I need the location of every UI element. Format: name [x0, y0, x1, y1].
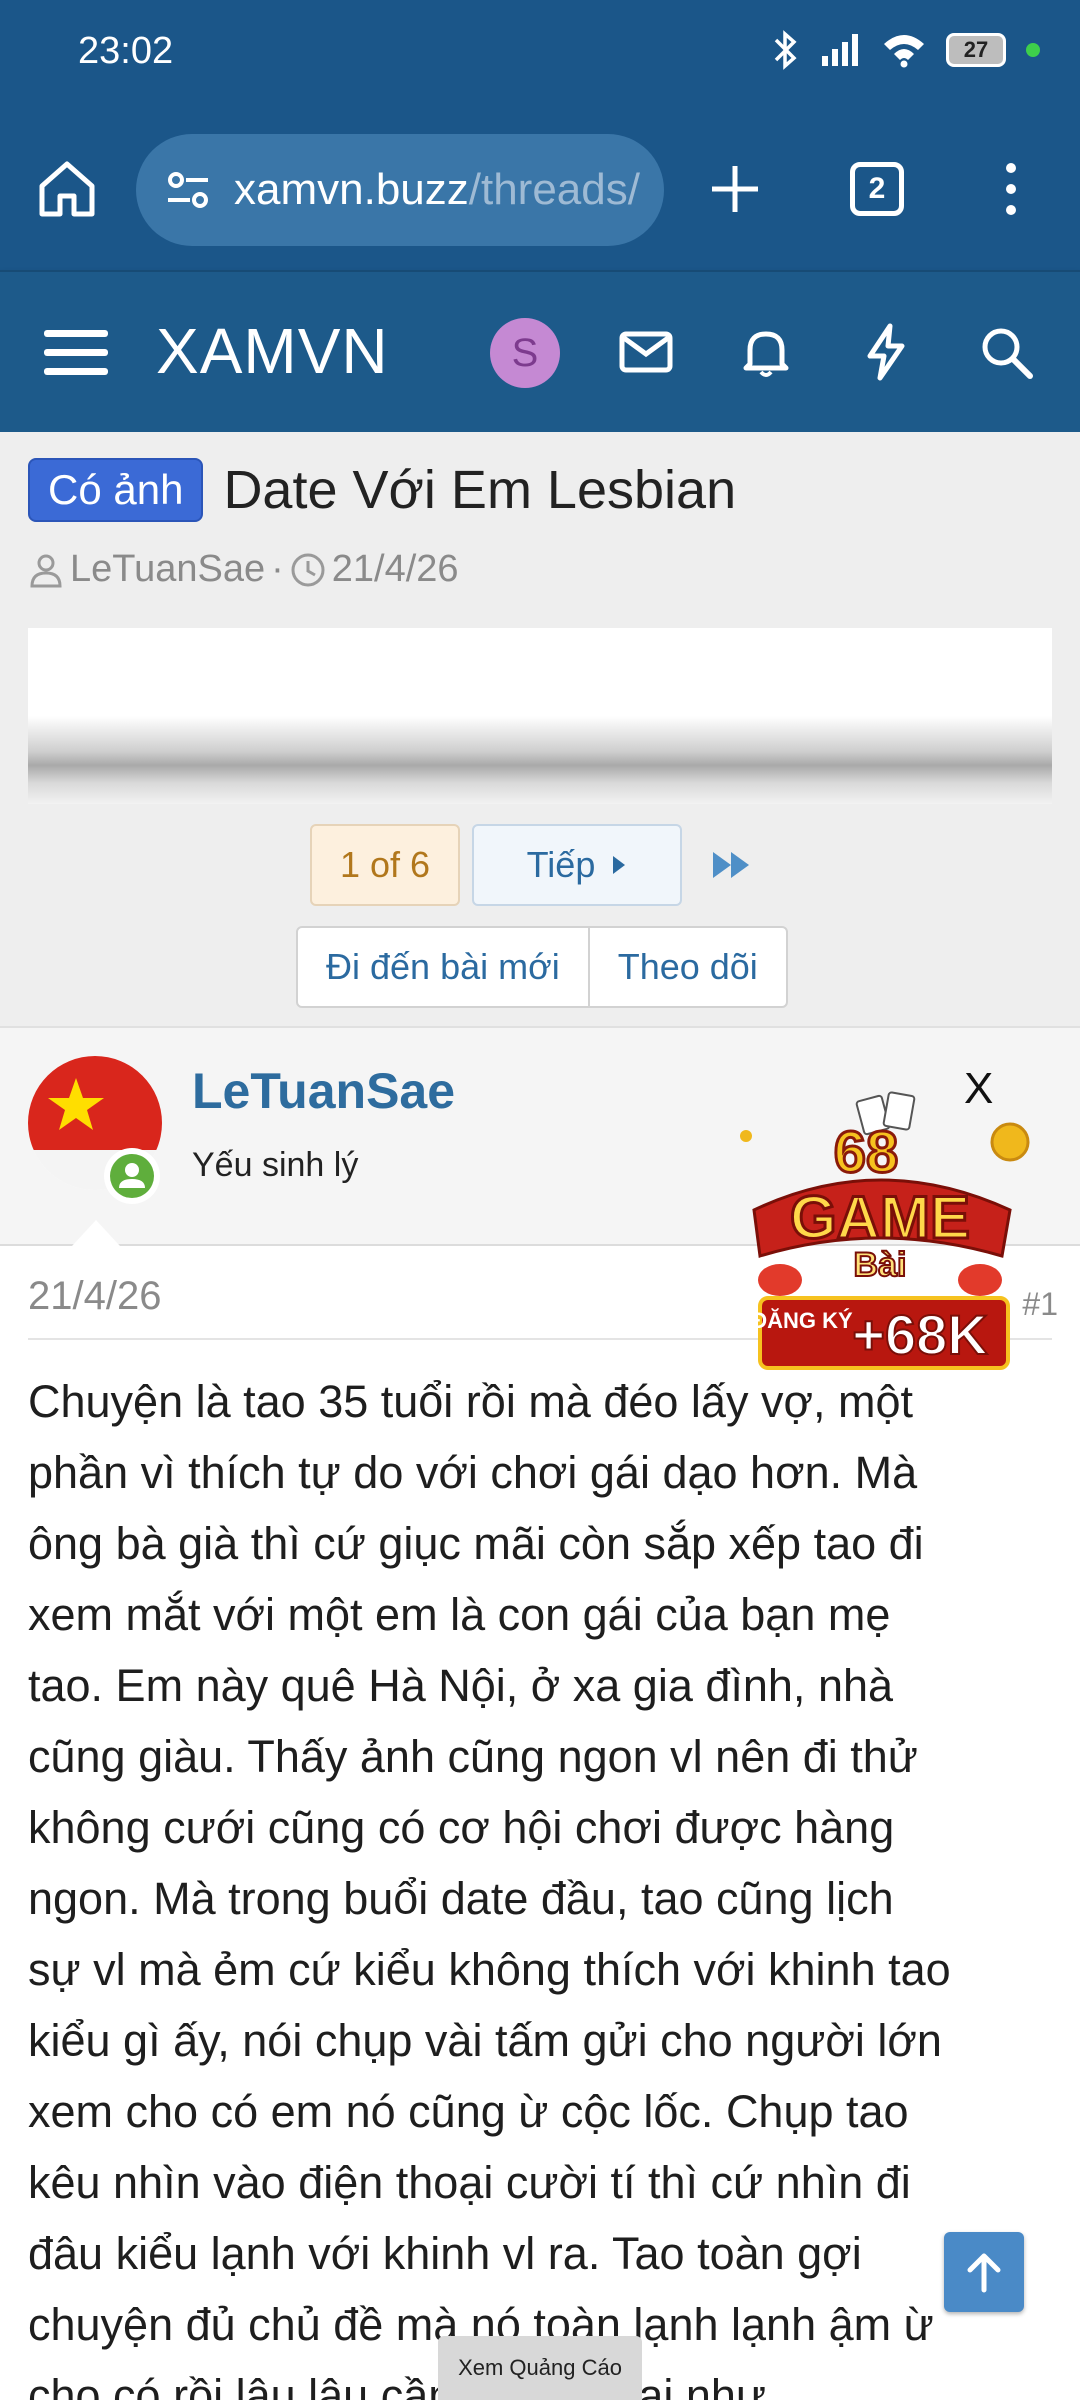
lightning-icon[interactable] [856, 322, 916, 382]
status-icons: 27 [770, 30, 1040, 70]
ad-cta-big: +68K [852, 1303, 987, 1366]
fast-forward-icon [713, 852, 749, 878]
thread-author[interactable]: LeTuanSae [70, 548, 265, 591]
url-path: /threads/ [468, 165, 640, 214]
scroll-to-top-button[interactable] [944, 2232, 1024, 2312]
thread-header: Có ảnh Date Với Em Lesbian LeTuanSae · 2… [0, 432, 1080, 1026]
thread-prefix-badge[interactable]: Có ảnh [28, 458, 204, 522]
home-icon[interactable] [36, 158, 98, 220]
poster-user-title: Yếu sinh lý [192, 1146, 359, 1184]
view-ad-button[interactable]: Xem Quảng Cáo [438, 2336, 642, 2400]
hamburger-menu-icon[interactable] [44, 324, 108, 380]
post-line: xem mắt với một em là con gái của bạn mẹ [28, 1589, 891, 1640]
ad-brand-title: GAME [790, 1184, 970, 1251]
follow-thread-button[interactable]: Theo dõi [587, 928, 786, 1006]
thread-actions: Đi đến bài mới Theo dõi [296, 926, 788, 1008]
post-line: đâu kiểu lạnh với khinh vl ra. Tao toàn … [28, 2228, 862, 2279]
thread-title-text: Date Với Em Lesbian [223, 460, 737, 520]
post-body: Chuyện là tao 35 tuổi rồi mà đéo lấy vợ,… [28, 1366, 1058, 2400]
post-line: ngon. Mà trong buổi date đầu, tao cũng l… [28, 1873, 894, 1924]
thread-meta: LeTuanSae · 21/4/26 [28, 548, 459, 591]
search-icon[interactable] [976, 322, 1036, 382]
browser-toolbar: xamvn.buzz/threads/ 2 [0, 110, 1080, 270]
battery-icon: 27 [946, 33, 1006, 67]
post-line: sự vl mà ẻm cứ kiểu không thích với khin… [28, 1944, 951, 1995]
thread-title: Có ảnh Date Với Em Lesbian [28, 458, 736, 522]
game-ad-banner[interactable]: 68 GAME Bài ĐĂNG KÝ +68K [740, 1080, 1030, 1380]
last-page-button[interactable] [702, 824, 762, 906]
tab-switcher-button[interactable]: 2 [850, 162, 904, 216]
post-line: xem cho có em nó cũng ừ cộc lốc. Chụp ta… [28, 2086, 909, 2137]
new-tab-icon[interactable] [704, 158, 766, 220]
post-pointer-notch [72, 1220, 120, 1246]
status-bar: 23:02 27 [0, 0, 1080, 110]
clock-icon [291, 553, 325, 586]
caret-right-icon [613, 856, 626, 874]
game-ad-logo: 68 GAME Bài ĐĂNG KÝ +68K [740, 1091, 1030, 1370]
signal-icon [822, 34, 858, 66]
next-page-label: Tiếp [526, 844, 596, 885]
site-header: XAMVN S [0, 270, 1080, 432]
meta-separator: · [271, 548, 284, 590]
status-time: 23:02 [78, 30, 174, 72]
goto-new-post-button[interactable]: Đi đến bài mới [298, 928, 588, 1006]
bluetooth-icon [774, 30, 797, 70]
more-options-icon[interactable] [996, 158, 1026, 220]
ad-brand-subtitle: Bài [854, 1246, 907, 1284]
user-icon [30, 554, 62, 587]
arrow-up-icon [967, 2253, 1001, 2293]
thread-date[interactable]: 21/4/26 [332, 548, 459, 591]
mail-icon[interactable] [616, 322, 676, 382]
user-avatar[interactable]: S [490, 318, 560, 388]
post-date[interactable]: 21/4/26 [28, 1274, 161, 1319]
url-host: xamvn.buzz [234, 165, 469, 214]
site-settings-icon[interactable] [164, 166, 212, 214]
post-line: kiểu gì ấy, nói chụp vài tấm gửi cho ngư… [28, 2015, 942, 2066]
wifi-icon [884, 35, 924, 68]
post-line: tao. Em này quê Hà Nội, ở xa gia đình, n… [28, 1660, 894, 1711]
url-bar[interactable]: xamvn.buzz/threads/ [136, 134, 664, 246]
site-logo[interactable]: XAMVN [156, 314, 389, 388]
user-online-icon [110, 1154, 154, 1198]
post-line: ông bà già thì cứ giục mãi còn sắp xếp t… [28, 1518, 924, 1569]
post-line: cũng giàu. Thấy ảnh cũng ngon vl nên đi … [28, 1731, 918, 1782]
post-line: kêu nhìn vào điện thoại cười tí thì cứ n… [28, 2157, 911, 2208]
next-page-button[interactable]: Tiếp [472, 824, 682, 906]
bell-icon[interactable] [736, 322, 796, 382]
poster-username[interactable]: LeTuanSae [192, 1062, 455, 1120]
privacy-indicator-dot [1026, 43, 1040, 57]
ad-brand-number: 68 [834, 1120, 899, 1185]
post-line: không cưới cũng có cơ hội chơi được hàng [28, 1802, 895, 1853]
ad-cta-small: ĐĂNG KÝ [751, 1308, 853, 1333]
thread-banner-image [28, 628, 1052, 804]
post-line: phần vì thích tự do với chơi gái dạo hơn… [28, 1447, 918, 1498]
online-status-badge [104, 1148, 160, 1204]
page-selector-button[interactable]: 1 of 6 [310, 824, 460, 906]
